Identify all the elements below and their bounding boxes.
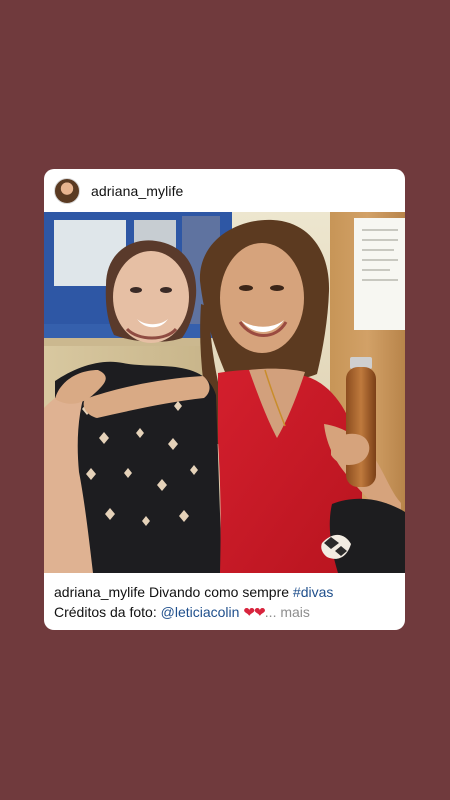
more-link[interactable]: ... mais bbox=[265, 604, 310, 620]
heart-icon: ❤❤ bbox=[243, 604, 265, 620]
caption-line-2: Créditos da foto: @leticiacolin ❤❤... ma… bbox=[54, 602, 395, 622]
post-caption: adriana_mylife Divando como sempre #diva… bbox=[54, 582, 395, 622]
profile-avatar[interactable] bbox=[54, 177, 80, 204]
caption-credits-label: Créditos da foto: bbox=[54, 604, 157, 620]
caption-text: Divando como sempre bbox=[148, 584, 290, 600]
caption-mention[interactable]: @leticiacolin bbox=[161, 604, 240, 620]
instagram-post-card: adriana_mylife adriana_mylife Divando co… bbox=[44, 169, 405, 630]
caption-line-1: adriana_mylife Divando como sempre #diva… bbox=[54, 582, 395, 602]
caption-hashtag[interactable]: #divas bbox=[293, 584, 333, 600]
post-photo[interactable] bbox=[44, 212, 405, 573]
caption-username[interactable]: adriana_mylife bbox=[54, 584, 145, 600]
post-header: adriana_mylife bbox=[44, 169, 405, 212]
post-username[interactable]: adriana_mylife bbox=[91, 183, 183, 199]
